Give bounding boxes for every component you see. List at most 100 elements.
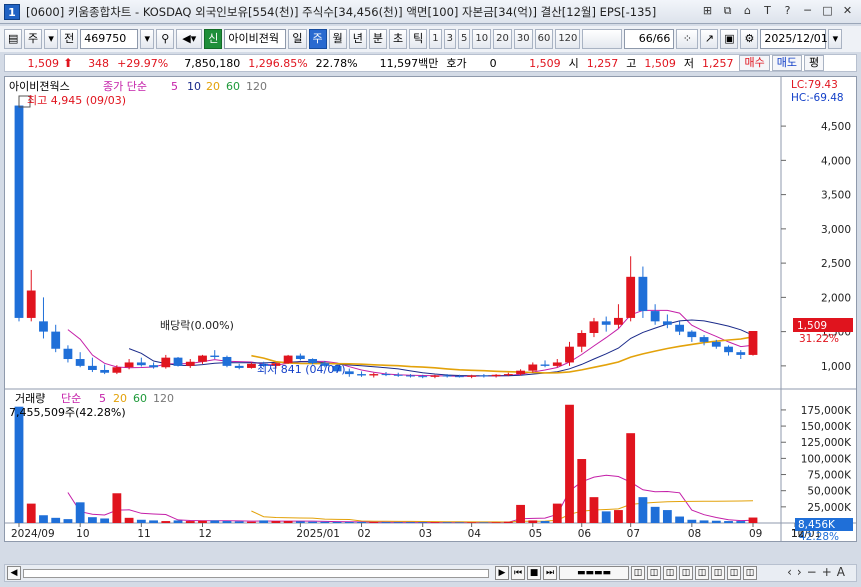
last-price-label: 1,509	[797, 320, 827, 332]
volume-panel-label: 거래량	[15, 392, 45, 405]
chart-area[interactable]: 4,500 4,000 3,500 3,000 2,500 2,000 1,500 1,000…	[4, 76, 857, 543]
zoom-controls[interactable]: ‹›−+A	[787, 565, 850, 579]
candle-body	[136, 362, 146, 366]
eval-button[interactable]: 평	[803, 55, 825, 71]
drawing-icon[interactable]: ↗	[700, 29, 719, 49]
layout6-icon[interactable]: ◫	[711, 566, 725, 580]
volume-bar	[332, 521, 342, 523]
price-change: 348	[88, 56, 110, 70]
volume-ma-label: 단순	[61, 392, 81, 405]
minute-10-button[interactable]: 10	[472, 29, 492, 49]
minute-120-button[interactable]: 120	[555, 29, 581, 49]
code-dropdown-icon[interactable]: ▾	[140, 29, 155, 49]
volume-bar	[344, 522, 354, 523]
step-forward-icon[interactable]: ⏭	[543, 566, 557, 580]
search-icon[interactable]: ⚲	[156, 29, 175, 49]
duplicate-icon[interactable]: ⧉	[720, 4, 735, 19]
minute-1-button[interactable]: 1	[429, 29, 442, 49]
gear-icon[interactable]: ⚙	[740, 29, 759, 49]
buy-button[interactable]: 매수	[739, 55, 770, 71]
hc-label: HC:-69.48	[791, 92, 844, 104]
speed-slider[interactable]: ▬▬▬▬	[559, 566, 629, 580]
candle-body	[552, 362, 562, 366]
chevron-down-icon[interactable]: ▾	[44, 29, 59, 49]
candle-body	[638, 276, 648, 312]
volume-bar	[516, 504, 525, 523]
tab-week[interactable]: 주	[308, 29, 327, 49]
candle-body	[614, 317, 623, 325]
ma120-label: 120	[246, 80, 267, 93]
layout7-icon[interactable]: ◫	[727, 566, 741, 580]
volume-ma20-label: 20	[113, 392, 127, 405]
text-icon[interactable]: T	[760, 4, 775, 19]
layout-icon[interactable]: ⊞	[700, 4, 715, 19]
candle-body	[467, 375, 477, 377]
volume-ma5-label: 5	[99, 392, 106, 405]
close-icon[interactable]: ✕	[840, 4, 855, 19]
candle-body	[344, 371, 354, 375]
layout8-icon[interactable]: ◫	[743, 566, 757, 580]
tab-second[interactable]: 초	[389, 29, 408, 49]
horizontal-scrollbar[interactable]	[23, 569, 489, 578]
layout4-icon[interactable]: ◫	[679, 566, 693, 580]
stock-code-input[interactable]: 469750	[80, 29, 139, 49]
chart-menu-icon[interactable]: ▤	[4, 29, 22, 49]
data-count-field[interactable]: 66/66	[624, 29, 675, 49]
play-forward-icon[interactable]: ▶	[495, 566, 509, 580]
layout3-icon[interactable]: ◫	[663, 566, 677, 580]
date-field[interactable]: 2025/12/01	[760, 29, 828, 49]
volume-axis-label: 100,000K	[801, 453, 852, 465]
volume-bar	[577, 459, 587, 523]
sell-button[interactable]: 매도	[771, 55, 802, 71]
minute-60-button[interactable]: 60	[534, 29, 554, 49]
layout5-icon[interactable]: ◫	[695, 566, 709, 580]
grid-icon[interactable]: ⁘	[676, 29, 699, 49]
scroll-left-icon[interactable]: ◀	[7, 566, 21, 580]
tab-day[interactable]: 일	[288, 29, 307, 49]
volume-bar	[467, 522, 477, 523]
ma60-label: 60	[226, 80, 240, 93]
volume-bar	[638, 497, 648, 523]
tab-month[interactable]: 월	[328, 29, 347, 49]
step-back-icon[interactable]: ⏮	[511, 566, 525, 580]
custom-period-select[interactable]	[582, 29, 623, 49]
x-axis-label: 2024/09	[11, 528, 55, 540]
save-icon[interactable]: ▣	[720, 29, 739, 49]
candle-body	[185, 361, 195, 366]
period-select[interactable]: 주	[24, 29, 43, 49]
tab-tick[interactable]: 틱	[409, 29, 428, 49]
prev-code-button[interactable]: 전	[60, 29, 79, 49]
minute-5-button[interactable]: 5	[458, 29, 471, 49]
calendar-dropdown-icon[interactable]: ▾	[828, 29, 843, 49]
minimize-icon[interactable]: ─	[800, 4, 815, 19]
help-icon[interactable]: ?	[780, 4, 795, 19]
candle-body	[479, 375, 489, 377]
candlestick-chart[interactable]: 4,5004,0003,5003,0002,5002,0001,5001,000…	[5, 77, 856, 543]
stock-name-field[interactable]: 아이비젼웍	[224, 29, 287, 49]
link-icon[interactable]: ⌂	[740, 4, 755, 19]
speaker-icon[interactable]: ◀▾	[176, 29, 203, 49]
candle-body	[442, 375, 452, 377]
stop-icon[interactable]: ■	[527, 566, 541, 580]
tab-minute[interactable]: 분	[368, 29, 387, 49]
volume-bar	[589, 497, 599, 523]
volume-bar	[724, 521, 733, 523]
x-axis-label: 09	[749, 528, 762, 540]
title-bar: 1 [0600] 키움종합차트 - KOSDAQ 외국인보유[554(천)] 주…	[0, 0, 861, 24]
last-volume-label: 8,456K	[798, 519, 836, 531]
minute-3-button[interactable]: 3	[443, 29, 456, 49]
candle-body	[454, 376, 464, 378]
candle-body	[503, 374, 513, 376]
layout1-icon[interactable]: ◫	[631, 566, 645, 580]
tab-year[interactable]: 년	[348, 29, 367, 49]
volume-bar	[295, 521, 305, 523]
minute-20-button[interactable]: 20	[493, 29, 512, 49]
volume-bar	[26, 503, 36, 523]
layout2-icon[interactable]: ◫	[647, 566, 661, 580]
maximize-icon[interactable]: □	[820, 4, 835, 19]
volume-bar	[14, 406, 24, 523]
minute-30-button[interactable]: 30	[513, 29, 533, 49]
volume-bar	[369, 522, 379, 523]
volume-bar	[222, 521, 232, 523]
low-price: 1,257	[701, 56, 734, 70]
